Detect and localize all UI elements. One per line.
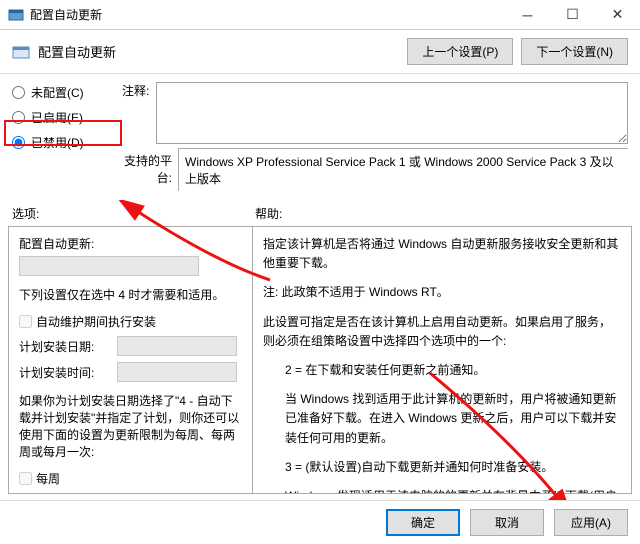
policy-icon: [12, 43, 30, 61]
apply-button[interactable]: 应用(A): [554, 509, 628, 536]
help-p6: 3 = (默认设置)自动下载更新并通知何时准备安装。: [263, 458, 621, 477]
options-note2: 如果你为计划安装日期选择了"4 - 自动下载并计划安装"并指定了计划，则你还可以…: [19, 392, 242, 460]
ok-button[interactable]: 确定: [386, 509, 460, 536]
comment-label: 注释:: [122, 82, 150, 144]
sched-day-dropdown[interactable]: [117, 336, 237, 356]
options-label: 选项:: [12, 205, 255, 222]
section-labels: 选项: 帮助:: [0, 191, 640, 226]
sched-day-label: 计划安装日期:: [19, 338, 109, 355]
config-dropdown-label: 配置自动更新:: [19, 235, 242, 252]
next-setting-button[interactable]: 下一个设置(N): [521, 38, 628, 65]
help-label: 帮助:: [255, 205, 628, 222]
app-icon: [8, 7, 24, 23]
cb-auto-maintenance[interactable]: 自动维护期间执行安装: [19, 313, 242, 330]
platform-label: 支持的平台:: [122, 148, 172, 186]
footer: 确定 取消 应用(A): [0, 500, 640, 544]
window-title: 配置自动更新: [30, 6, 505, 23]
radio-disabled-label: 已禁用(D): [31, 134, 84, 151]
radio-not-configured-label: 未配置(C): [31, 84, 84, 101]
options-note1: 下列设置仅在选中 4 时才需要和适用。: [19, 286, 242, 303]
help-p5: 当 Windows 找到适用于此计算机的更新时，用户将被通知更新已准备好下载。在…: [263, 390, 621, 448]
prev-setting-button[interactable]: 上一个设置(P): [407, 38, 513, 65]
close-button[interactable]: ✕: [595, 0, 640, 30]
state-radio-group: 未配置(C) 已启用(E) 已禁用(D): [12, 82, 112, 191]
header: 配置自动更新 上一个设置(P) 下一个设置(N): [0, 30, 640, 74]
bottom-area: 配置自动更新: 下列设置仅在选中 4 时才需要和适用。 自动维护期间执行安装 计…: [8, 226, 632, 494]
platform-value: Windows XP Professional Service Pack 1 或…: [178, 148, 628, 191]
comment-column: 注释: 支持的平台: Windows XP Professional Servi…: [122, 82, 628, 191]
sched-time-dropdown[interactable]: [117, 362, 237, 382]
cb-auto-maintenance-input[interactable]: [19, 315, 32, 328]
help-p3: 此设置可指定是否在该计算机上启用自动更新。如果启用了服务，则必须在组策略设置中选…: [263, 313, 621, 351]
help-p1: 指定该计算机是否将通过 Windows 自动更新服务接收安全更新和其他重要下载。: [263, 235, 621, 273]
config-panel: 未配置(C) 已启用(E) 已禁用(D) 注释: 支持的平台: Windows …: [0, 74, 640, 191]
maximize-button[interactable]: ☐: [550, 0, 595, 30]
cb-every-week[interactable]: 每周: [19, 470, 242, 487]
comment-input[interactable]: [156, 82, 628, 144]
help-p7: Windows 发现适用于该电脑的的更新并在背景中予以下载(用户不被通知或在此过…: [263, 487, 621, 493]
minimize-button[interactable]: ─: [505, 0, 550, 30]
cancel-button[interactable]: 取消: [470, 509, 544, 536]
sched-time-label: 计划安装时间:: [19, 364, 109, 381]
cb-every-week-label: 每周: [36, 470, 60, 487]
radio-enabled-input[interactable]: [12, 111, 25, 124]
radio-not-configured[interactable]: 未配置(C): [12, 84, 112, 101]
radio-disabled-input[interactable]: [12, 136, 25, 149]
cb-auto-maintenance-label: 自动维护期间执行安装: [36, 313, 156, 330]
config-dropdown[interactable]: [19, 256, 199, 276]
help-p2: 注: 此政策不适用于 Windows RT。: [263, 283, 621, 302]
cb-every-week-input[interactable]: [19, 472, 32, 485]
radio-not-configured-input[interactable]: [12, 86, 25, 99]
page-heading: 配置自动更新: [38, 42, 399, 61]
radio-disabled[interactable]: 已禁用(D): [12, 134, 112, 151]
options-panel: 配置自动更新: 下列设置仅在选中 4 时才需要和适用。 自动维护期间执行安装 计…: [9, 227, 253, 493]
radio-enabled[interactable]: 已启用(E): [12, 109, 112, 126]
titlebar: 配置自动更新 ─ ☐ ✕: [0, 0, 640, 30]
help-p4: 2 = 在下载和安装任何更新之前通知。: [263, 361, 621, 380]
help-panel: 指定该计算机是否将通过 Windows 自动更新服务接收安全更新和其他重要下载。…: [253, 227, 631, 493]
radio-enabled-label: 已启用(E): [31, 109, 83, 126]
